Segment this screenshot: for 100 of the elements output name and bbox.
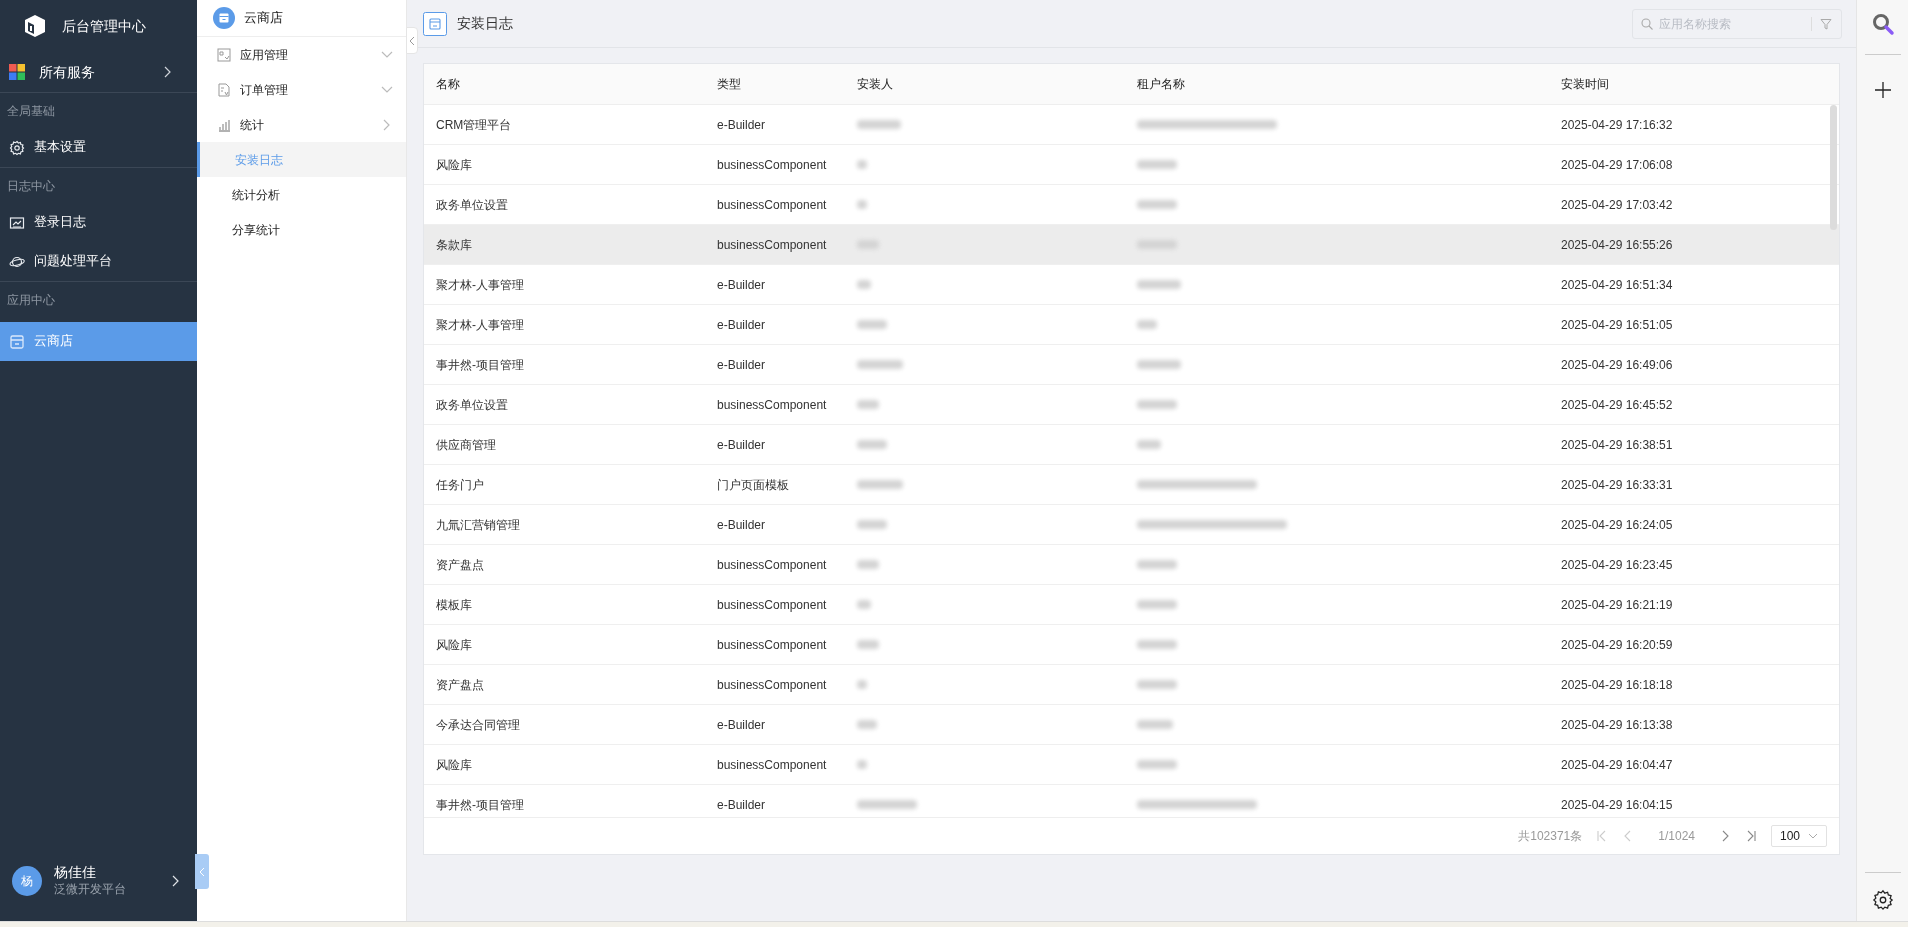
table-row[interactable]: 条款库 businessComponent 2025-04-29 16:55:26 <box>424 225 1839 265</box>
menu-item[interactable]: 统计 <box>197 107 406 142</box>
blurred-text <box>857 200 867 209</box>
cube-icon <box>24 14 46 38</box>
table-cell-text: e-Builder <box>717 796 767 814</box>
table-cell-text: e-Builder <box>717 276 767 294</box>
blurred-text <box>857 120 901 129</box>
blurred-text <box>857 720 877 729</box>
blurred-text <box>1137 560 1177 569</box>
page-title: 安装日志 <box>457 14 514 33</box>
store-icon <box>9 333 25 350</box>
table-cell-text: 聚才林-人事管理 <box>436 316 525 334</box>
menu-item[interactable]: 应用管理 <box>197 37 406 72</box>
search-icon[interactable] <box>1870 12 1895 36</box>
column-header: 安装时间 <box>1561 76 1610 93</box>
settings-icon[interactable] <box>1871 889 1894 911</box>
table-cell-text: 2025-04-29 16:55:26 <box>1561 236 1674 254</box>
table-cell-text: businessComponent <box>717 196 828 214</box>
blurred-text <box>857 760 867 769</box>
store-icon <box>423 11 447 36</box>
menu-item[interactable]: 分享统计 <box>197 212 406 247</box>
table-cell-text: 资产盘点 <box>436 556 485 574</box>
search-icon <box>1641 17 1653 30</box>
table-cell-text: 政务单位设置 <box>436 396 509 414</box>
user-org: 泛微开发平台 <box>54 881 127 898</box>
column-header: 安装人 <box>857 76 894 93</box>
scrollbar-thumb[interactable] <box>1830 105 1837 230</box>
gear-icon <box>9 139 25 156</box>
blurred-text <box>1137 320 1157 329</box>
chart-icon <box>9 214 25 231</box>
blurred-text <box>857 480 903 489</box>
bar-chart-icon <box>217 117 231 132</box>
table-cell-text: 风险库 <box>436 156 473 174</box>
table-cell-text: 2025-04-29 17:03:42 <box>1561 196 1674 214</box>
filter-icon[interactable] <box>1820 17 1832 30</box>
column-header: 名称 <box>436 76 461 93</box>
table-cell-text: 2025-04-29 16:18:18 <box>1561 676 1674 694</box>
column-header: 租户名称 <box>1137 76 1186 93</box>
blurred-text <box>1137 360 1181 369</box>
table-cell-text: 2025-04-29 16:33:31 <box>1561 476 1674 494</box>
blurred-text <box>857 800 917 809</box>
blurred-text <box>857 320 887 329</box>
menu-item[interactable]: 统计分析 <box>197 177 406 212</box>
table-cell-text: 资产盘点 <box>436 676 485 694</box>
sidebar-item[interactable]: 登录日志 <box>0 203 197 242</box>
table-cell-text: 政务单位设置 <box>436 196 509 214</box>
table-cell-text: businessComponent <box>717 756 828 774</box>
table-cell-text: 2025-04-29 16:04:15 <box>1561 796 1674 814</box>
table-cell-text: 2025-04-29 16:13:38 <box>1561 716 1674 734</box>
table-cell-text: 2025-04-29 16:24:05 <box>1561 516 1674 534</box>
blurred-text <box>1137 200 1177 209</box>
sidebar-item[interactable]: 问题处理平台 <box>0 242 197 281</box>
sidebar-item[interactable]: 基本设置 <box>0 128 197 167</box>
chevron-icon <box>198 866 206 877</box>
table-cell-text: 聚才林-人事管理 <box>436 276 525 294</box>
last-page-icon[interactable] <box>1745 830 1757 842</box>
blurred-text <box>1137 160 1177 169</box>
blurred-text <box>1137 600 1177 609</box>
blurred-text <box>1137 440 1161 449</box>
section-label: 全局基础 <box>7 102 55 120</box>
table-cell-text: 今承达合同管理 <box>436 716 521 734</box>
app-title: 后台管理中心 <box>62 16 146 36</box>
menu-item[interactable]: 订单管理 <box>197 72 406 107</box>
table-cell-text: 2025-04-29 16:45:52 <box>1561 396 1674 414</box>
table-cell-text: e-Builder <box>717 516 767 534</box>
table-cell-text: 2025-04-29 16:51:34 <box>1561 276 1674 294</box>
column-header: 类型 <box>717 76 742 93</box>
blurred-text <box>1137 640 1177 649</box>
grid-icon <box>9 64 25 80</box>
chevron-icon <box>409 35 415 46</box>
table-cell-text: 2025-04-29 16:20:59 <box>1561 636 1674 654</box>
table-cell-text: e-Builder <box>717 436 767 454</box>
blurred-text <box>1137 400 1177 409</box>
table-cell-text: 风险库 <box>436 756 473 774</box>
table-cell-text: 九氚汇营销管理 <box>436 516 521 534</box>
blurred-text <box>1137 760 1177 769</box>
blurred-text <box>857 560 879 569</box>
table-cell-text: businessComponent <box>717 596 828 614</box>
store-icon <box>213 7 235 29</box>
section-label: 日志中心 <box>7 177 55 195</box>
table-cell-text: 事井然-项目管理 <box>436 356 525 374</box>
blurred-text <box>1137 680 1177 689</box>
blurred-text <box>857 160 867 169</box>
table-cell-text: 2025-04-29 17:16:32 <box>1561 116 1674 134</box>
page-size-select[interactable]: 100 <box>1771 825 1827 847</box>
collapse-button[interactable] <box>406 27 418 54</box>
plus-icon[interactable] <box>1873 81 1892 99</box>
table-cell-text: 风险库 <box>436 636 473 654</box>
table-cell-text: businessComponent <box>717 556 828 574</box>
table-cell-text: 2025-04-29 17:06:08 <box>1561 156 1674 174</box>
app-icon <box>217 47 231 62</box>
table-cell-text: businessComponent <box>717 396 828 414</box>
blurred-text <box>857 520 887 529</box>
table-cell-text: businessComponent <box>717 636 828 654</box>
blurred-text <box>857 680 867 689</box>
all-services-item[interactable]: 所有服务 <box>0 52 197 93</box>
table-cell-text: 2025-04-29 16:04:47 <box>1561 756 1674 774</box>
caret-icon <box>1808 831 1818 841</box>
table-cell-text: 2025-04-29 16:23:45 <box>1561 556 1674 574</box>
table-cell-text: e-Builder <box>717 716 767 734</box>
